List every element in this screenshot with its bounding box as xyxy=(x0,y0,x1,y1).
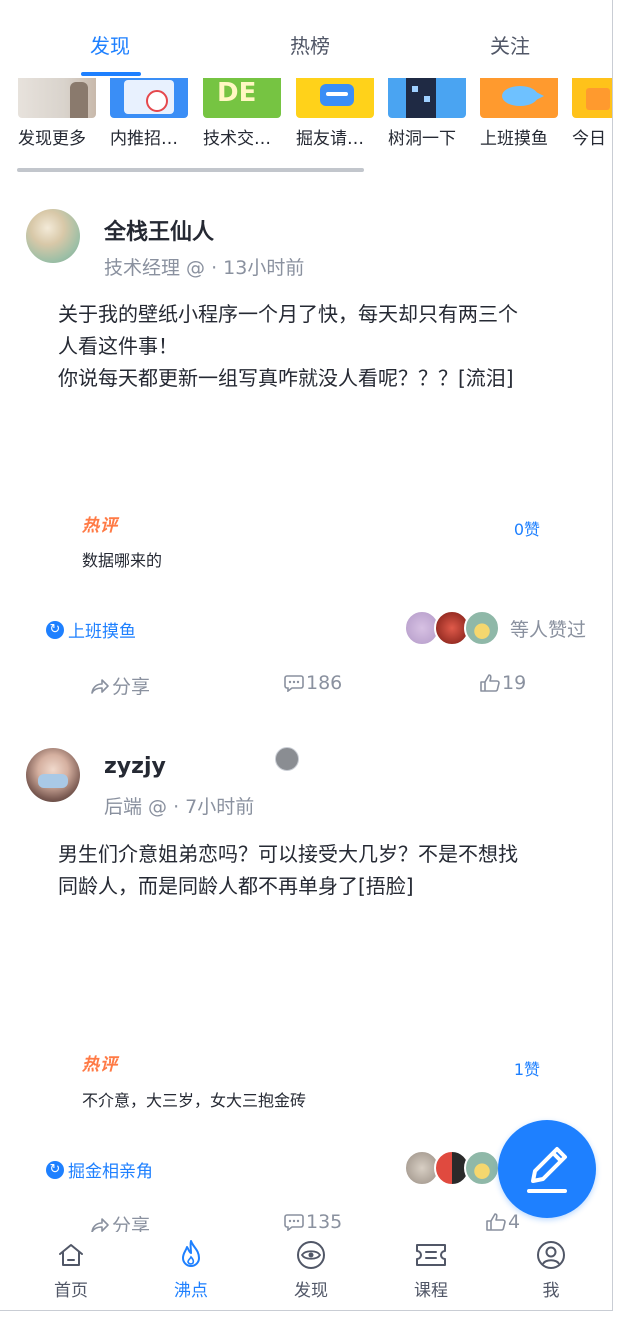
circle-tag-label: 上班摸鱼 xyxy=(68,622,136,642)
topic-label: 上班摸鱼 xyxy=(480,129,548,148)
compose-button[interactable] xyxy=(498,1120,596,1218)
content-line: 同龄人，而是同龄人都不再单身了[捂脸] xyxy=(58,874,414,898)
hot-comment-badge: 热评 xyxy=(82,516,118,536)
liked-avatars[interactable] xyxy=(404,610,500,646)
share-label: 分享 xyxy=(112,676,151,698)
nav-label: 课程 xyxy=(414,1281,448,1301)
content-line: 你说每天都更新一组写真咋就没人看呢？？？[流泪] xyxy=(58,366,514,390)
avatar[interactable] xyxy=(26,209,80,263)
tab-discover[interactable]: 发现 xyxy=(90,30,130,59)
hot-comment-text[interactable]: 不介意，大三岁，女大三抱金砖 xyxy=(82,1087,306,1111)
fish-icon xyxy=(480,78,558,118)
share-button[interactable]: 分享 xyxy=(90,672,150,699)
refresh-icon: ↻ xyxy=(46,1160,64,1179)
nav-label: 发现 xyxy=(294,1281,328,1301)
de-badge-icon: DE xyxy=(203,78,281,118)
home-icon xyxy=(59,1244,83,1266)
hot-comment-likes[interactable]: 1赞 xyxy=(514,1056,540,1080)
circle-tag[interactable]: ↻ 掘金相亲角 xyxy=(46,1157,153,1182)
photo-thumbnail-icon xyxy=(18,78,96,118)
topic-item-referral[interactable]: 内推招… xyxy=(110,78,194,148)
share-icon xyxy=(91,1217,109,1233)
like-button[interactable]: 4 xyxy=(486,1211,520,1233)
topic-label: 技术交… xyxy=(203,129,271,148)
hot-comment-badge: 热评 xyxy=(82,1055,118,1075)
flame-icon xyxy=(182,1240,200,1267)
topic-label: 内推招… xyxy=(110,129,178,148)
nav-boiling[interactable]: 沸点 xyxy=(151,1238,231,1301)
content-line: 关于我的壁纸小程序一个月了快，每天却只有两三个 xyxy=(58,302,518,326)
topic-label: 掘友请… xyxy=(296,129,364,148)
like-count: 4 xyxy=(508,1211,521,1233)
like-button[interactable]: 19 xyxy=(480,672,526,694)
topic-scrollbar[interactable] xyxy=(17,168,364,172)
avatar xyxy=(464,1150,500,1186)
building-icon xyxy=(388,78,466,118)
refresh-icon: ↻ xyxy=(46,620,64,639)
app-frame: 发现 热榜 关注 发现更多 内推招… DE 技术交… 掘友请… 树洞一下 上班摸… xyxy=(0,0,613,1311)
circle-tag-label: 掘金相亲角 xyxy=(68,1162,153,1182)
post-meta: 后端 @ · 7小时前 xyxy=(104,796,255,818)
topic-item-more[interactable]: 发现更多 xyxy=(18,78,102,148)
topic-label: 树洞一下 xyxy=(388,129,456,148)
user-icon xyxy=(537,1241,565,1269)
nav-courses[interactable]: 课程 xyxy=(391,1238,471,1301)
topic-item-treehole[interactable]: 树洞一下 xyxy=(388,78,472,148)
pencil-icon xyxy=(527,1147,567,1193)
thumbs-up-icon xyxy=(480,674,500,692)
topic-item-tech[interactable]: DE 技术交… xyxy=(203,78,287,148)
post-content[interactable]: 男生们介意姐弟恋吗？可以接受大几岁？不是不想找 同龄人，而是同龄人都不再单身了[… xyxy=(58,838,578,902)
author-name[interactable]: zyzjy xyxy=(104,754,166,779)
nav-label: 我 xyxy=(542,1281,560,1301)
tab-following[interactable]: 关注 xyxy=(490,30,530,59)
eye-icon xyxy=(297,1241,325,1269)
circle-tag[interactable]: ↻ 上班摸鱼 xyxy=(46,617,136,642)
note-icon xyxy=(572,78,612,118)
hot-comment-likes[interactable]: 0赞 xyxy=(514,516,540,540)
comment-icon xyxy=(284,675,304,692)
tab-hot[interactable]: 热榜 xyxy=(290,30,330,59)
avatar xyxy=(464,610,500,646)
content-line: 人看这件事！ xyxy=(58,334,178,358)
nav-label: 沸点 xyxy=(174,1281,208,1301)
topic-item-today[interactable]: 今日 xyxy=(572,78,612,148)
ticket-icon xyxy=(416,1244,446,1266)
liked-by-text: 等人赞过 xyxy=(510,619,587,641)
chat-bubble-icon xyxy=(296,78,374,118)
avatar[interactable] xyxy=(26,748,80,802)
share-icon xyxy=(91,678,109,694)
topic-item-slacking[interactable]: 上班摸鱼 xyxy=(480,78,564,148)
tab-active-indicator xyxy=(81,72,141,76)
topic-strip[interactable]: 发现更多 内推招… DE 技术交… 掘友请… 树洞一下 上班摸鱼 今日 xyxy=(0,78,612,148)
like-count: 19 xyxy=(502,672,527,694)
topic-label: 今日 xyxy=(572,129,606,148)
author-name[interactable]: 全栈王仙人 xyxy=(104,214,214,246)
nav-label: 首页 xyxy=(54,1281,88,1301)
comment-icon xyxy=(284,1214,304,1231)
topic-item-friends[interactable]: 掘友请… xyxy=(296,78,380,148)
clipboard-check-icon xyxy=(110,78,188,118)
content-line: 男生们介意姐弟恋吗？可以接受大几岁？不是不想找 xyxy=(58,842,518,866)
comment-button[interactable]: 135 xyxy=(284,1211,342,1233)
topic-label: 发现更多 xyxy=(18,129,86,148)
nav-home[interactable]: 首页 xyxy=(31,1238,111,1301)
nav-me[interactable]: 我 xyxy=(511,1238,591,1301)
liked-avatars[interactable] xyxy=(404,1150,500,1186)
hot-comment-text[interactable]: 数据哪来的 xyxy=(82,547,162,571)
thumbs-up-icon xyxy=(486,1213,506,1231)
nav-discover[interactable]: 发现 xyxy=(271,1238,351,1301)
post-content[interactable]: 关于我的壁纸小程序一个月了快，每天却只有两三个 人看这件事！ 你说每天都更新一组… xyxy=(58,298,578,394)
comment-count: 135 xyxy=(306,1211,343,1233)
comment-count: 186 xyxy=(306,672,343,694)
top-tabs: 发现 热榜 关注 xyxy=(0,0,612,78)
comment-button[interactable]: 186 xyxy=(284,672,342,694)
post-meta: 技术经理 @ · 13小时前 xyxy=(104,257,305,279)
bottom-nav: 首页 沸点 发现 课程 我 xyxy=(0,1232,612,1310)
touch-indicator xyxy=(275,747,299,771)
